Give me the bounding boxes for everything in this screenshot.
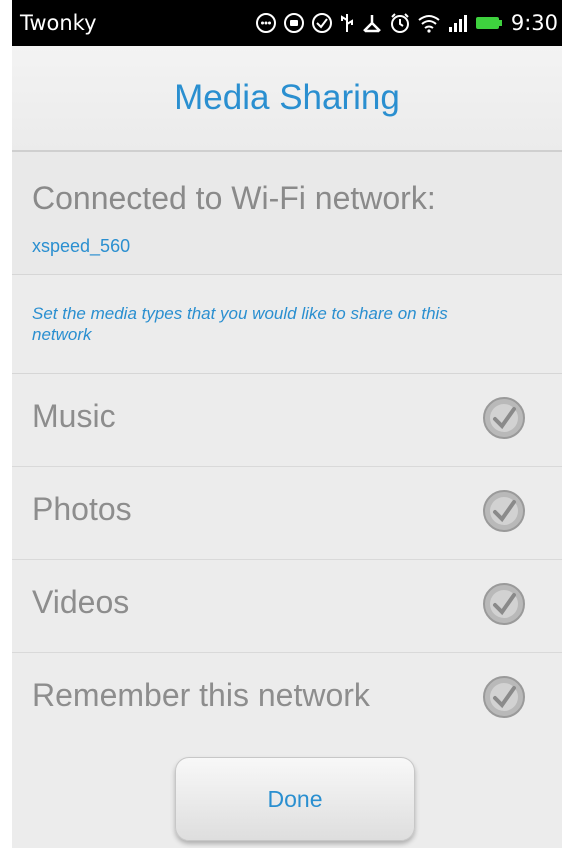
alarm-icon (390, 13, 409, 33)
status-icons: 9:30 (255, 11, 558, 35)
status-time: 9:30 (510, 11, 558, 35)
screen-border (0, 0, 12, 848)
done-button[interactable]: Done (175, 757, 415, 841)
title-bar: Media Sharing (12, 46, 562, 152)
debug-icon (362, 15, 381, 33)
option-label: Videos (32, 584, 130, 620)
check-circle-icon (311, 13, 332, 33)
checkmark-icon[interactable] (482, 675, 526, 719)
status-app-name: Twonky (20, 11, 97, 35)
status-bar: Twonky 9:30 (12, 0, 562, 46)
option-row-remember-network[interactable]: Remember this network (12, 653, 562, 745)
hint-text: Set the media types that you would like … (32, 303, 562, 345)
smile-icon (255, 13, 276, 33)
hint-line-1: Set the media types that you would like … (32, 304, 448, 323)
signal-icon (448, 15, 467, 32)
checkmark-icon[interactable] (482, 582, 526, 626)
checkmark-icon[interactable] (482, 396, 526, 440)
option-label: Remember this network (32, 677, 370, 713)
app-screen: Twonky 9:30 Media Sharing Connected to W… (12, 0, 562, 848)
wifi-icon (418, 15, 440, 33)
hint-section: Set the media types that you would like … (12, 275, 562, 374)
option-label: Music (32, 398, 116, 434)
option-row-music[interactable]: Music (12, 374, 562, 467)
hint-line-2: network (32, 325, 92, 344)
usb-icon (340, 14, 353, 32)
circle-icon (283, 13, 304, 33)
network-label: Connected to Wi-Fi network: (32, 180, 436, 216)
option-row-videos[interactable]: Videos (12, 560, 562, 653)
battery-icon (475, 17, 502, 29)
page-title: Media Sharing (174, 78, 400, 117)
option-row-photos[interactable]: Photos (12, 467, 562, 560)
network-section: Connected to Wi-Fi network: xspeed_560 (12, 152, 562, 275)
option-label: Photos (32, 491, 132, 527)
network-name: xspeed_560 (32, 236, 131, 256)
checkmark-icon[interactable] (482, 489, 526, 533)
